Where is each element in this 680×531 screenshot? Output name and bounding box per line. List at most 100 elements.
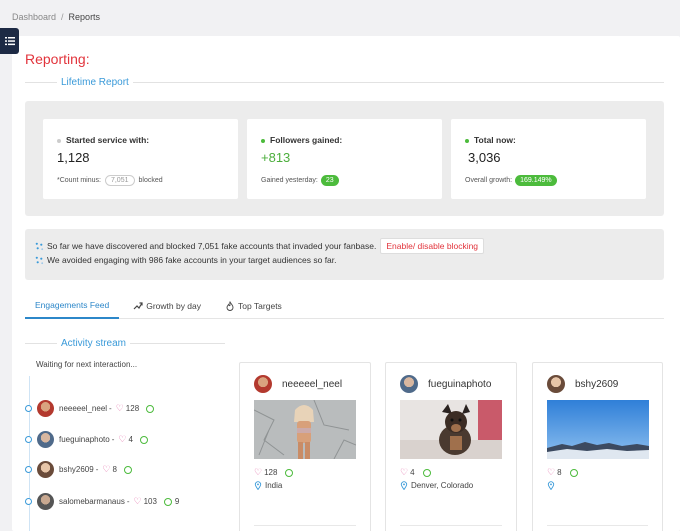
report-card: Reporting: Lifetime Report Started servi… bbox=[12, 36, 680, 531]
flame-icon bbox=[226, 300, 234, 311]
blocked-count-badge: 7,051 bbox=[104, 175, 135, 186]
activity-item[interactable]: fueguinaphoto - ♡ 4 bbox=[25, 431, 151, 448]
status-dot bbox=[465, 138, 469, 143]
heart-icon: ♡ bbox=[547, 467, 556, 477]
stat-started: Started service with: 1,128 *Count minus… bbox=[43, 119, 238, 199]
heart-icon: ♡ bbox=[254, 467, 263, 477]
breadcrumb: Dashboard / Reports bbox=[12, 12, 100, 22]
info-line-blocked: So far we have discovered and blocked 7,… bbox=[35, 238, 485, 254]
activity-item[interactable]: neeeeel_neel - ♡ 128 bbox=[25, 400, 157, 417]
activity-username[interactable]: salomebarmanaus bbox=[59, 497, 125, 506]
sidebar-toggle-button[interactable] bbox=[0, 28, 19, 54]
stat-gained-label: Followers gained: bbox=[270, 135, 343, 145]
activity-likes: 103 bbox=[143, 497, 157, 506]
trend-icon bbox=[133, 301, 143, 309]
lifetime-stats-panel: Started service with: 1,128 *Count minus… bbox=[25, 101, 664, 216]
comment-icon bbox=[123, 465, 132, 474]
activity-likes: 128 bbox=[125, 404, 140, 413]
stat-started-value: 1,128 bbox=[57, 150, 90, 165]
location-pin-icon bbox=[547, 481, 555, 490]
profile-card[interactable]: bshy2609 ♡ 8 bbox=[532, 362, 663, 531]
avatar bbox=[400, 375, 418, 393]
timeline-node bbox=[25, 436, 32, 443]
stat-started-sub-suffix: blocked bbox=[138, 177, 163, 184]
stat-total: Total now: 3,036 Overall growth: 169.149% bbox=[451, 119, 646, 199]
comment-icon bbox=[139, 435, 148, 444]
card-divider bbox=[400, 525, 502, 526]
avatar bbox=[254, 375, 272, 393]
timeline-node bbox=[25, 498, 32, 505]
activity-likes: 8 bbox=[112, 465, 117, 474]
avatar bbox=[37, 461, 54, 478]
profile-post-image[interactable] bbox=[254, 400, 356, 459]
sparkle-icon bbox=[35, 256, 44, 264]
profile-username[interactable]: neeeeel_neel bbox=[282, 379, 342, 390]
profile-username[interactable]: fueguinaphoto bbox=[428, 379, 491, 390]
gained-yesterday-badge: 23 bbox=[320, 175, 339, 186]
stat-total-label: Total now: bbox=[474, 135, 516, 145]
heart-icon: ♡ bbox=[133, 496, 142, 506]
activity-item[interactable]: bshy2609- ♡ 8 bbox=[25, 461, 135, 478]
activity-username[interactable]: bshy2609 bbox=[59, 465, 94, 474]
stat-gained-sub-label: Gained yesterday: bbox=[261, 177, 318, 184]
activity-username[interactable]: neeeeel_neel bbox=[59, 404, 107, 413]
overall-growth-badge: 169.149% bbox=[515, 175, 557, 186]
page-title: Reporting: bbox=[25, 51, 90, 67]
heart-icon: ♡ bbox=[118, 434, 127, 444]
comment-icon bbox=[163, 497, 172, 506]
tab-engagements-feed[interactable]: Engagements Feed bbox=[25, 292, 120, 319]
activity-likes: 4 bbox=[128, 435, 133, 444]
profile-likes: 128 bbox=[264, 468, 278, 477]
info-text-avoided: We avoided engaging with 986 fake accoun… bbox=[47, 255, 337, 265]
activity-item[interactable]: salomebarmanaus - ♡ 103 9 bbox=[25, 493, 179, 510]
card-divider bbox=[547, 525, 648, 526]
stat-total-value: 3,036 bbox=[468, 150, 501, 165]
profile-card[interactable]: fueguinaphoto ♡ 4 Denver, Colorado bbox=[385, 362, 517, 531]
stat-total-sub-label: Overall growth: bbox=[465, 177, 513, 184]
profile-post-image[interactable] bbox=[400, 400, 502, 459]
status-dot bbox=[57, 138, 61, 143]
comment-icon bbox=[569, 468, 578, 477]
profile-location: India bbox=[265, 481, 283, 490]
heart-icon: ♡ bbox=[102, 464, 111, 474]
status-dot bbox=[261, 138, 265, 143]
comment-icon bbox=[285, 468, 294, 477]
timeline-node bbox=[25, 466, 32, 473]
heart-icon: ♡ bbox=[400, 467, 409, 477]
enable-disable-blocking-button[interactable]: Enable/ disable blocking bbox=[380, 238, 485, 254]
activity-stream-heading: Activity stream bbox=[25, 338, 225, 349]
avatar bbox=[37, 400, 54, 417]
stat-gained-value: +813 bbox=[261, 150, 291, 165]
tab-label: Top Targets bbox=[238, 300, 282, 311]
activity-comments: 9 bbox=[174, 497, 180, 506]
comment-icon bbox=[146, 404, 155, 413]
avatar bbox=[37, 493, 54, 510]
tab-top-targets[interactable]: Top Targets bbox=[215, 292, 292, 319]
profile-likes: 4 bbox=[410, 468, 415, 477]
fake-accounts-info-box: So far we have discovered and blocked 7,… bbox=[25, 229, 664, 280]
profile-card[interactable]: neeeeel_neel ♡ 128 India bbox=[239, 362, 371, 531]
breadcrumb-dashboard[interactable]: Dashboard bbox=[12, 12, 56, 22]
sparkle-icon bbox=[35, 242, 44, 250]
waiting-status: Waiting for next interaction... bbox=[36, 360, 138, 369]
stat-started-sub-label: *Count minus: bbox=[57, 177, 101, 184]
avatar bbox=[547, 375, 565, 393]
heart-icon: ♡ bbox=[115, 403, 124, 413]
activity-username[interactable]: fueguinaphoto bbox=[59, 435, 110, 444]
stat-gained: Followers gained: +813 Gained yesterday:… bbox=[247, 119, 442, 199]
profile-username[interactable]: bshy2609 bbox=[575, 379, 618, 390]
stat-started-label: Started service with: bbox=[66, 135, 150, 145]
list-icon bbox=[4, 37, 15, 46]
tab-label: Growth by day bbox=[146, 300, 202, 311]
card-divider bbox=[254, 525, 356, 526]
location-pin-icon bbox=[254, 481, 262, 490]
profile-location: Denver, Colorado bbox=[411, 481, 474, 490]
profile-likes: 8 bbox=[557, 468, 562, 477]
timeline-node bbox=[25, 405, 32, 412]
tab-growth-by-day[interactable]: Growth by day bbox=[123, 292, 211, 319]
breadcrumb-reports: Reports bbox=[68, 12, 101, 22]
info-line-avoided: We avoided engaging with 986 fake accoun… bbox=[35, 255, 337, 265]
profile-post-image[interactable] bbox=[547, 400, 649, 459]
comment-icon bbox=[422, 468, 431, 477]
lifetime-report-heading: Lifetime Report bbox=[25, 77, 664, 88]
